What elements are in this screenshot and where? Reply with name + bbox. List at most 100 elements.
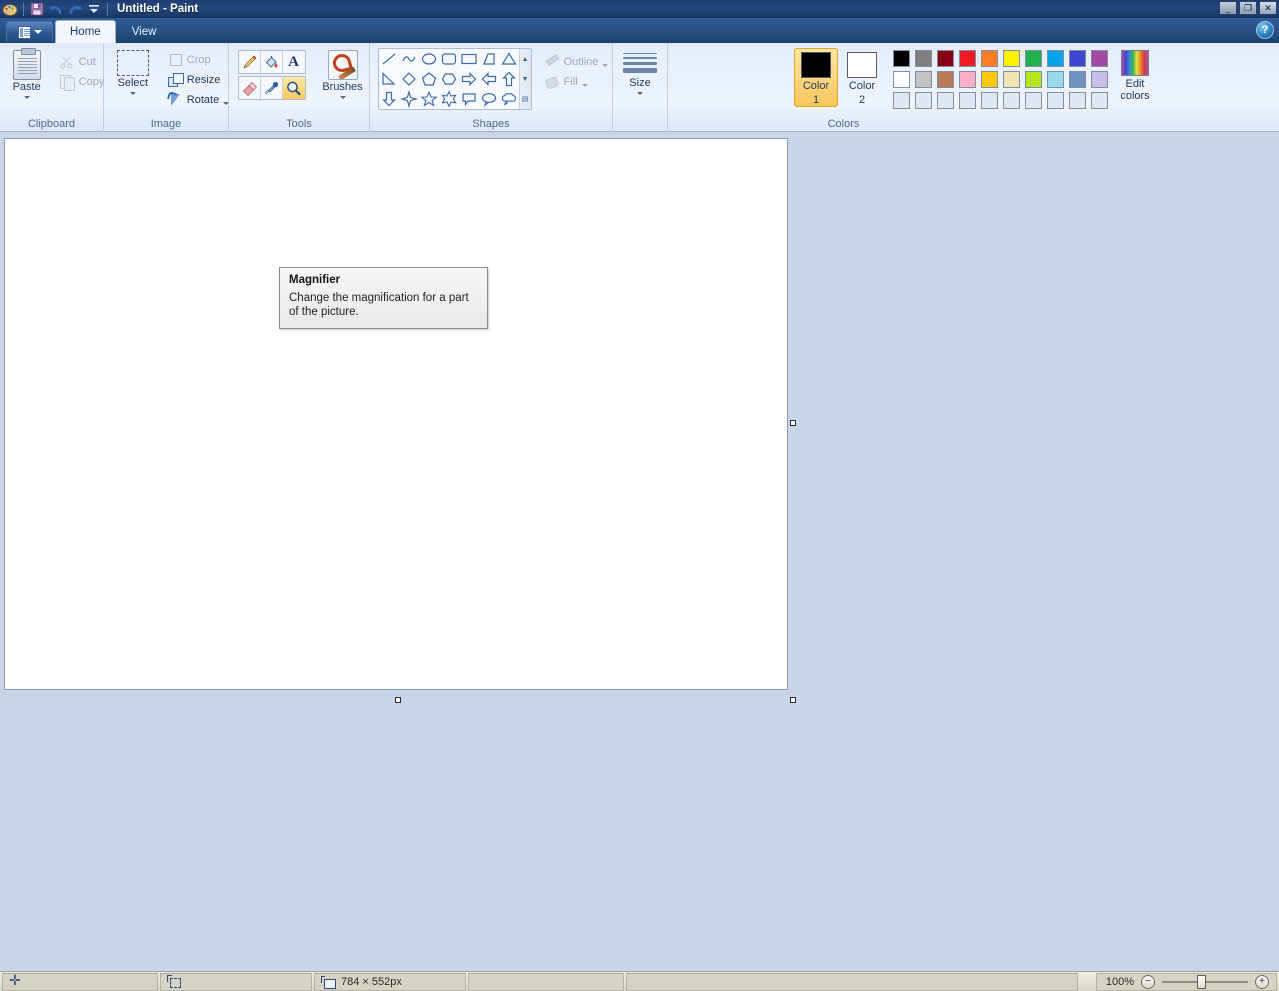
help-icon[interactable]: ? bbox=[1256, 21, 1274, 39]
text-tool[interactable]: A bbox=[283, 51, 305, 73]
palette-cell-r3-c2[interactable] bbox=[912, 90, 934, 111]
minimize-button[interactable]: _ bbox=[1219, 1, 1237, 15]
six-point-star-shape[interactable] bbox=[439, 89, 459, 109]
bottom-center-handle[interactable] bbox=[395, 697, 401, 703]
color-swatch[interactable] bbox=[1024, 50, 1042, 67]
down-arrow-shape[interactable] bbox=[379, 89, 399, 109]
palette-cell-r3-c4[interactable] bbox=[956, 90, 978, 111]
oval-callout-shape[interactable] bbox=[479, 89, 499, 109]
canvas-work-area[interactable]: Magnifier Change the magnification for a… bbox=[0, 132, 1279, 971]
bottom-right-corner-handle[interactable] bbox=[790, 697, 796, 703]
color-swatch[interactable] bbox=[914, 50, 932, 67]
brushes-button[interactable]: Brushes bbox=[316, 48, 370, 101]
chevron-down-icon[interactable] bbox=[581, 83, 588, 87]
resize-button[interactable]: Resize bbox=[164, 70, 232, 90]
line-shape[interactable] bbox=[379, 49, 399, 69]
palette-cell-r1-c4[interactable] bbox=[956, 48, 978, 69]
palette-cell-r1-c8[interactable] bbox=[1044, 48, 1066, 69]
color-swatch[interactable] bbox=[1090, 50, 1108, 67]
shapes-more-icon[interactable]: ▤ bbox=[520, 89, 531, 109]
file-menu-button[interactable] bbox=[6, 21, 53, 42]
zoom-controls[interactable]: 100% − + bbox=[1096, 973, 1277, 991]
color-swatch[interactable] bbox=[892, 50, 910, 67]
rotate-button[interactable]: Rotate bbox=[164, 90, 232, 110]
color-swatch[interactable] bbox=[1046, 50, 1064, 67]
palette-cell-r1-c9[interactable] bbox=[1066, 48, 1088, 69]
color-swatch[interactable] bbox=[1024, 71, 1042, 88]
palette-cell-r2-c2[interactable] bbox=[912, 69, 934, 90]
drawing-canvas[interactable] bbox=[4, 138, 788, 690]
pentagon-shape[interactable] bbox=[419, 69, 439, 89]
palette-cell-r2-c7[interactable] bbox=[1022, 69, 1044, 90]
size-button[interactable]: Size bbox=[616, 48, 664, 97]
undo-icon[interactable] bbox=[48, 1, 64, 17]
zoom-in-button[interactable]: + bbox=[1255, 975, 1269, 989]
redo-icon[interactable] bbox=[67, 1, 83, 17]
palette-cell-r1-c6[interactable] bbox=[1000, 48, 1022, 69]
diamond-shape[interactable] bbox=[399, 69, 419, 89]
color-swatch[interactable] bbox=[958, 71, 976, 88]
color2-button[interactable]: Color 2 bbox=[840, 48, 884, 107]
rounded-callout-shape[interactable] bbox=[459, 89, 479, 109]
color-swatch[interactable] bbox=[1068, 71, 1086, 88]
palette-cell-r2-c8[interactable] bbox=[1044, 69, 1066, 90]
scroll-down-icon[interactable]: ▼ bbox=[520, 69, 531, 89]
palette-cell-r1-c5[interactable] bbox=[978, 48, 1000, 69]
palette-cell-r2-c6[interactable] bbox=[1000, 69, 1022, 90]
color-swatch[interactable] bbox=[892, 92, 910, 109]
color-swatch[interactable] bbox=[1046, 71, 1064, 88]
save-icon[interactable] bbox=[29, 1, 45, 17]
cloud-callout-shape[interactable] bbox=[499, 89, 519, 109]
edit-colors-button[interactable]: Edit colors bbox=[1112, 48, 1158, 102]
eraser-tool[interactable] bbox=[239, 77, 261, 99]
color-palette[interactable] bbox=[890, 48, 1110, 111]
window-controls[interactable]: _ ❐ ✕ bbox=[1219, 1, 1277, 15]
palette-cell-r1-c7[interactable] bbox=[1022, 48, 1044, 69]
five-point-star-shape[interactable] bbox=[419, 89, 439, 109]
palette-cell-r2-c5[interactable] bbox=[978, 69, 1000, 90]
color-swatch[interactable] bbox=[1068, 50, 1086, 67]
chevron-down-icon[interactable] bbox=[602, 63, 609, 67]
select-button[interactable]: Select bbox=[108, 48, 158, 97]
scroll-up-icon[interactable]: ▲ bbox=[520, 49, 531, 69]
color-swatch[interactable] bbox=[1024, 92, 1042, 109]
rounded-rectangle-shape[interactable] bbox=[439, 49, 459, 69]
palette-cell-r3-c3[interactable] bbox=[934, 90, 956, 111]
color-swatch[interactable] bbox=[1002, 92, 1020, 109]
palette-cell-r3-c10[interactable] bbox=[1088, 90, 1110, 111]
palette-cell-r3-c8[interactable] bbox=[1044, 90, 1066, 111]
left-arrow-shape[interactable] bbox=[479, 69, 499, 89]
fill-button[interactable]: Fill bbox=[541, 72, 612, 92]
color-swatch[interactable] bbox=[980, 92, 998, 109]
palette-cell-r1-c3[interactable] bbox=[934, 48, 956, 69]
customize-qat-icon[interactable] bbox=[86, 1, 102, 17]
four-point-star-shape[interactable] bbox=[399, 89, 419, 109]
crop-button[interactable]: Crop bbox=[164, 50, 232, 70]
palette-cell-r1-c1[interactable] bbox=[890, 48, 912, 69]
hexagon-shape[interactable] bbox=[439, 69, 459, 89]
color-swatch[interactable] bbox=[958, 92, 976, 109]
curve-shape[interactable] bbox=[399, 49, 419, 69]
color-swatch[interactable] bbox=[1046, 92, 1064, 109]
right-middle-handle[interactable] bbox=[790, 420, 796, 426]
color1-button[interactable]: Color 1 bbox=[794, 48, 838, 107]
palette-cell-r1-c10[interactable] bbox=[1088, 48, 1110, 69]
color-swatch[interactable] bbox=[936, 92, 954, 109]
palette-cell-r3-c7[interactable] bbox=[1022, 90, 1044, 111]
palette-cell-r2-c3[interactable] bbox=[934, 69, 956, 90]
triangle-shape[interactable] bbox=[499, 49, 519, 69]
color-swatch[interactable] bbox=[936, 50, 954, 67]
color-swatch[interactable] bbox=[980, 50, 998, 67]
chevron-down-icon[interactable] bbox=[23, 96, 30, 99]
palette-cell-r3-c5[interactable] bbox=[978, 90, 1000, 111]
up-arrow-shape[interactable] bbox=[499, 69, 519, 89]
color-swatch[interactable] bbox=[1068, 92, 1086, 109]
color-swatch[interactable] bbox=[1090, 92, 1108, 109]
palette-cell-r3-c1[interactable] bbox=[890, 90, 912, 111]
quick-access-toolbar[interactable] bbox=[0, 0, 110, 18]
tab-home[interactable]: Home bbox=[55, 20, 116, 43]
fill-tool[interactable] bbox=[261, 51, 283, 73]
paste-button[interactable]: Paste bbox=[2, 48, 52, 101]
color-swatch[interactable] bbox=[1002, 50, 1020, 67]
color-swatch[interactable] bbox=[1090, 71, 1108, 88]
